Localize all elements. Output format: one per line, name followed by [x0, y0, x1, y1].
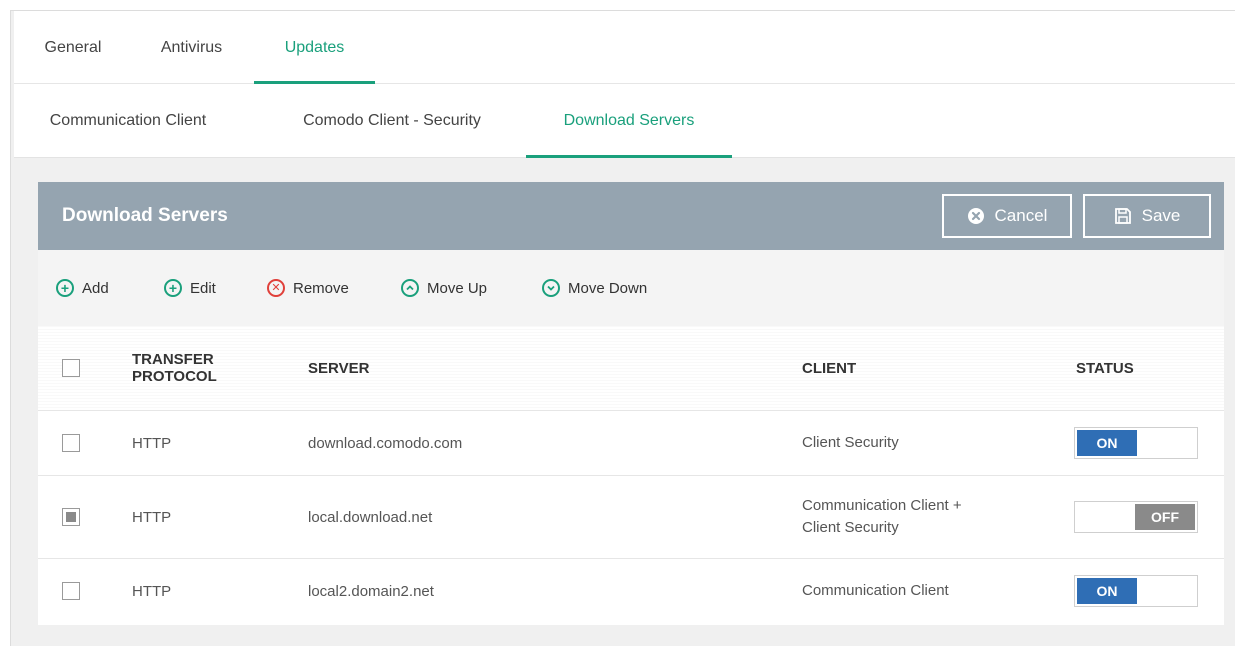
- save-button[interactable]: Save: [1083, 194, 1211, 238]
- protocol-cell: HTTP: [132, 475, 308, 559]
- edit-button[interactable]: + Edit: [164, 250, 216, 326]
- client-line-2: Client Security: [802, 519, 899, 536]
- chevron-down-circle-icon: [542, 279, 560, 297]
- table-row[interactable]: HTTP local.download.net Communication Cl…: [38, 475, 1224, 559]
- status-toggle-label: ON: [1077, 578, 1137, 604]
- status-cell: ON: [1074, 559, 1224, 624]
- client-line-1: Communication Client +: [802, 497, 962, 514]
- row-select-cell: [38, 559, 132, 624]
- header-server[interactable]: SERVER: [308, 326, 802, 411]
- download-servers-panel: Download Servers Cancel Save + Add + Edi…: [38, 182, 1224, 625]
- cancel-label: Cancel: [994, 206, 1048, 225]
- subtab-comodo-client-security-label: Comodo Client - Security: [303, 112, 481, 129]
- floppy-disk-icon: [1114, 207, 1132, 225]
- table-row[interactable]: HTTP local2.domain2.net Communication Cl…: [38, 559, 1224, 624]
- save-label: Save: [1141, 206, 1181, 225]
- status-toggle[interactable]: OFF: [1074, 501, 1198, 533]
- row-select-cell: [38, 410, 132, 476]
- row-select-cell: [38, 475, 132, 559]
- server-cell: download.comodo.com: [308, 410, 802, 476]
- add-label: Add: [82, 279, 109, 297]
- main-tab-bar: General Antivirus Updates: [14, 11, 1235, 84]
- row-checkbox[interactable]: [62, 434, 80, 452]
- table-header-row: TRANSFER PROTOCOL SERVER CLIENT STATUS: [38, 326, 1224, 411]
- protocol-cell: HTTP: [132, 582, 172, 600]
- client-cell: Client Security: [802, 410, 1074, 476]
- tab-general[interactable]: General: [38, 11, 108, 84]
- select-all-checkbox[interactable]: [62, 359, 80, 377]
- add-button[interactable]: + Add: [56, 250, 109, 326]
- client-line-1: Client Security: [802, 434, 899, 451]
- x-circle-icon: ✕: [267, 279, 285, 297]
- move-up-label: Move Up: [427, 279, 488, 297]
- move-down-button[interactable]: Move Down: [542, 250, 647, 326]
- subtab-communication-client-label: Communication Client: [49, 112, 207, 129]
- remove-label: Remove: [293, 279, 349, 297]
- panel-header: Download Servers Cancel Save: [38, 182, 1224, 250]
- client-cell: Communication Client + Client Security: [802, 475, 1074, 559]
- panel-title: Download Servers: [62, 205, 228, 226]
- tab-antivirus[interactable]: Antivirus: [149, 11, 234, 84]
- header-transfer-protocol-line2: PROTOCOL: [132, 368, 217, 385]
- client-line-1: Communication Client: [802, 582, 949, 599]
- subtab-download-servers[interactable]: Download Servers: [526, 84, 732, 158]
- status-cell: OFF: [1074, 475, 1224, 559]
- subtab-download-servers-label: Download Servers: [563, 112, 695, 129]
- row-checkbox[interactable]: [62, 508, 80, 526]
- subtab-comodo-client-security[interactable]: Comodo Client - Security: [270, 84, 514, 158]
- header-transfer-protocol[interactable]: TRANSFER PROTOCOL: [132, 326, 308, 411]
- sub-tab-bar: Communication Client Comodo Client - Sec…: [14, 84, 1235, 158]
- header-client[interactable]: CLIENT: [802, 326, 1074, 411]
- tab-general-label: General: [44, 38, 102, 56]
- remove-button[interactable]: ✕ Remove: [267, 250, 349, 326]
- edit-label: Edit: [190, 279, 216, 297]
- move-down-label: Move Down: [568, 279, 648, 297]
- chevron-up-circle-icon: [401, 279, 419, 297]
- active-subtab-indicator: [526, 155, 732, 158]
- cancel-icon: [967, 207, 985, 225]
- server-cell: local.download.net: [308, 475, 802, 559]
- tab-antivirus-label: Antivirus: [160, 38, 223, 56]
- plus-circle-icon: +: [164, 279, 182, 297]
- protocol-cell: HTTP: [132, 410, 308, 476]
- row-checkbox[interactable]: [62, 582, 80, 600]
- download-servers-table: TRANSFER PROTOCOL SERVER CLIENT STATUS H…: [38, 326, 1224, 623]
- client-cell: Communication Client: [802, 559, 1074, 624]
- move-up-button[interactable]: Move Up: [401, 250, 487, 326]
- select-all-cell: [38, 326, 132, 411]
- status-cell: ON: [1074, 410, 1224, 476]
- status-toggle[interactable]: ON: [1074, 575, 1198, 607]
- table-row[interactable]: HTTP download.comodo.com Client Security…: [38, 410, 1224, 476]
- status-toggle-label: ON: [1077, 430, 1137, 456]
- subtab-communication-client[interactable]: Communication Client: [28, 84, 228, 158]
- status-toggle-label: OFF: [1135, 504, 1195, 530]
- header-transfer-protocol-line1: TRANSFER: [132, 351, 214, 368]
- plus-circle-icon: +: [56, 279, 74, 297]
- header-status[interactable]: STATUS: [1074, 326, 1224, 411]
- status-toggle[interactable]: ON: [1074, 427, 1198, 459]
- cancel-button[interactable]: Cancel: [942, 194, 1072, 238]
- tab-updates-label: Updates: [284, 38, 345, 56]
- server-cell: local2.domain2.net: [308, 582, 434, 600]
- tab-updates[interactable]: Updates: [254, 11, 375, 84]
- table-toolbar: + Add + Edit ✕ Remove Move Up Move Down: [38, 250, 1224, 326]
